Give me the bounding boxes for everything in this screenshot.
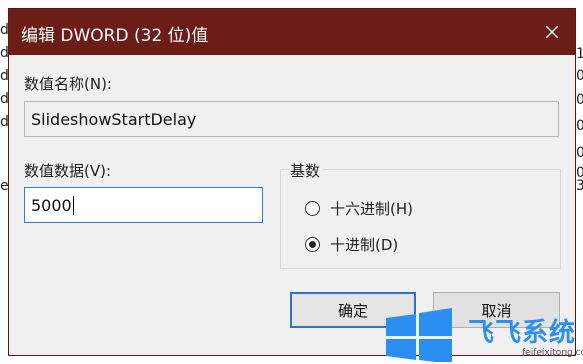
close-button[interactable]: [529, 9, 575, 55]
value-name-label: 数值名称(N):: [24, 75, 112, 93]
radio-checked-icon: [305, 237, 320, 252]
title-bar[interactable]: 编辑 DWORD (32 位)值: [9, 9, 575, 55]
radio-unchecked-icon: [305, 201, 320, 216]
text-caret: [72, 195, 74, 215]
radio-hex-label: 十六进制(H): [330, 200, 413, 218]
close-icon: [545, 25, 559, 39]
background-text: 1: [576, 46, 583, 62]
base-group-label: 基数: [290, 160, 324, 181]
value-data-label: 数值数据(V):: [24, 162, 112, 180]
radio-decimal[interactable]: 十进制(D): [305, 234, 398, 255]
edit-dword-dialog: 编辑 DWORD (32 位)值 数值名称(N): SlideshowStart…: [8, 8, 576, 356]
watermark-text: 飞飞系统: [468, 318, 577, 348]
background-text: 0: [576, 68, 583, 84]
dialog-title: 编辑 DWORD (32 位)值: [21, 26, 209, 46]
background-text: 0: [576, 145, 583, 161]
background-text: 0: [576, 92, 583, 108]
watermark-url: feifeixitong.com: [522, 348, 583, 358]
radio-dec-label: 十进制(D): [330, 236, 399, 254]
value-name-field[interactable]: SlideshowStartDelay: [24, 101, 559, 137]
radio-hexadecimal[interactable]: 十六进制(H): [305, 198, 413, 219]
background-text: 0: [576, 118, 583, 134]
value-data-input[interactable]: 5000: [24, 187, 263, 223]
value-name-text: SlideshowStartDelay: [31, 109, 197, 129]
value-data-text: 5000: [31, 195, 72, 215]
background-text: 3: [576, 178, 583, 194]
